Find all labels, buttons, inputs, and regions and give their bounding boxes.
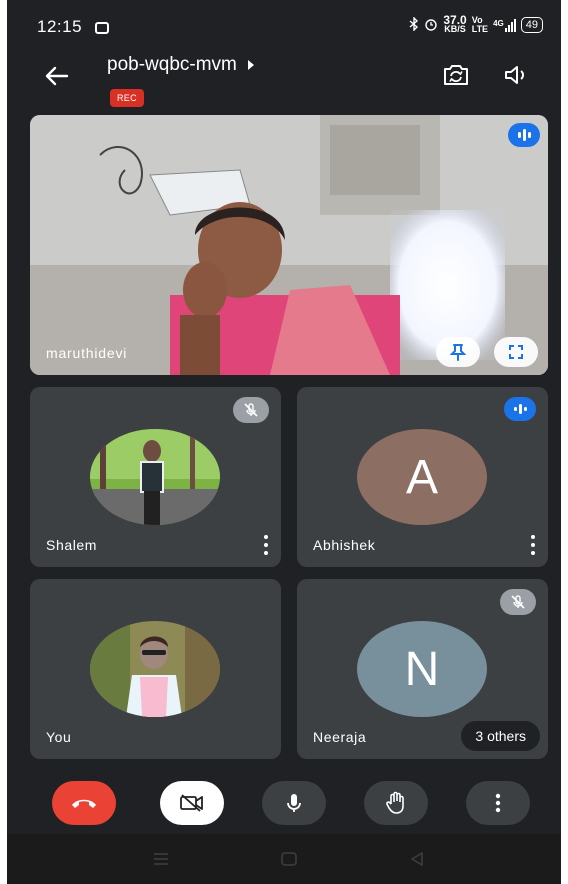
back-button[interactable] [41, 60, 73, 92]
participant-name: Neeraja [313, 729, 367, 745]
home-icon[interactable] [277, 848, 301, 870]
message-notification-icon [95, 22, 109, 34]
microphone-toggle-button[interactable] [262, 781, 326, 825]
switch-camera-icon [444, 65, 468, 85]
participant-video [30, 115, 548, 375]
others-count-button[interactable]: 3 others [461, 721, 540, 751]
participant-name: You [46, 729, 72, 745]
more-options-button[interactable] [466, 781, 530, 825]
volte-icon: Vo LTE [471, 15, 489, 34]
avatar: A [357, 429, 487, 525]
participant-name: Shalem [46, 537, 98, 553]
status-bar: 12:15 37.0 KB/S Vo LTE 4G 49 [7, 0, 561, 52]
status-icons: 37.0 KB/S Vo LTE 4G 49 [409, 13, 543, 34]
battery-indicator: 49 [520, 17, 543, 33]
alarm-icon [424, 17, 438, 34]
meeting-code[interactable]: pob-wqbc-mvm [107, 54, 255, 76]
back-arrow-icon [45, 66, 69, 86]
pin-icon [450, 344, 466, 361]
avatar: N [357, 621, 487, 717]
back-nav-icon[interactable] [405, 848, 429, 870]
more-options-icon [495, 793, 501, 813]
bluetooth-icon [409, 15, 419, 34]
more-options-icon[interactable] [530, 535, 536, 555]
camera-off-icon [180, 794, 203, 812]
participant-name: Abhishek [313, 537, 376, 553]
fullscreen-icon [509, 345, 523, 359]
menu-icon[interactable] [149, 848, 173, 870]
switch-camera-button[interactable] [438, 57, 474, 93]
raise-hand-button[interactable] [364, 781, 428, 825]
pin-button[interactable] [436, 337, 480, 367]
audio-output-button[interactable] [499, 57, 535, 93]
system-navigation-bar [7, 834, 561, 884]
participant-tile-abhishek[interactable]: A Abhishek [297, 387, 548, 567]
recording-badge: REC [110, 89, 144, 107]
fullscreen-button[interactable] [494, 337, 538, 367]
avatar [90, 429, 220, 525]
signal-strength-icon: 4G [493, 18, 516, 32]
status-time: 12:15 [37, 17, 83, 36]
participant-tile-neeraja[interactable]: N Neeraja 3 others [297, 579, 548, 759]
net-speed: 37.0 KB/S [443, 13, 467, 34]
microphone-icon [287, 794, 301, 812]
participant-tile-shalem[interactable]: Shalem [30, 387, 281, 567]
avatar [90, 621, 220, 717]
more-options-icon[interactable] [263, 535, 269, 555]
speaker-icon [505, 66, 524, 84]
main-participant-tile[interactable]: maruthidevi [30, 115, 548, 375]
end-call-button[interactable] [52, 781, 116, 825]
speaking-indicator-icon [504, 397, 536, 421]
end-call-icon [72, 799, 96, 808]
participant-tile-self[interactable]: You [30, 579, 281, 759]
mic-off-icon [233, 397, 269, 423]
participant-name: maruthidevi [46, 345, 128, 361]
caret-right-icon [247, 60, 254, 70]
meeting-code-label: pob-wqbc-mvm [107, 54, 237, 75]
camera-toggle-button[interactable] [160, 781, 224, 825]
raise-hand-icon [386, 791, 404, 814]
mic-off-icon [500, 589, 536, 615]
meet-screen: 12:15 37.0 KB/S Vo LTE 4G 49 pob-wqbc-mv… [7, 0, 561, 884]
speaking-indicator-icon [508, 123, 540, 147]
